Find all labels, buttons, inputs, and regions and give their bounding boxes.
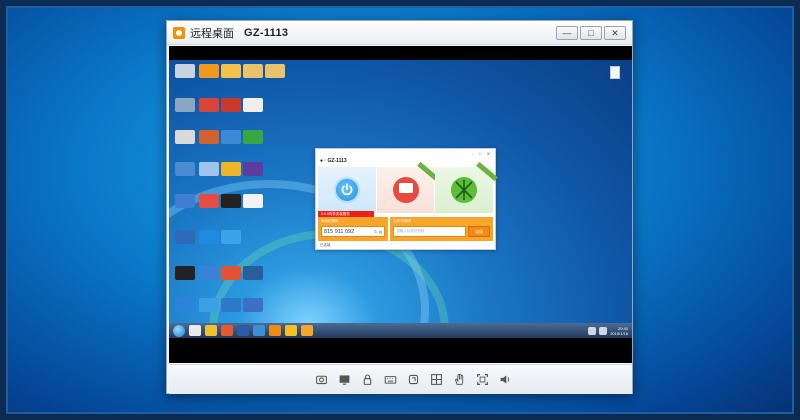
restore-icon[interactable]: □ (580, 25, 602, 40)
app-logo-icon (173, 26, 185, 39)
screenshot-icon[interactable] (315, 373, 329, 387)
desktop-app-icon[interactable] (199, 298, 219, 312)
desktop-app-icon[interactable] (199, 230, 219, 244)
connect-button[interactable]: 连接 (468, 226, 490, 237)
ctrl-alt-del-icon[interactable] (407, 373, 421, 387)
desktop-app-icon[interactable] (199, 162, 219, 176)
fullscreen-icon[interactable] (476, 373, 490, 387)
taskbar-app-icon[interactable] (269, 325, 281, 336)
local-code-box: 本机识别码 815 911 092 ↻ ▤ (318, 217, 389, 241)
desktop-app-icon[interactable] (199, 64, 219, 78)
desktop-app-icon[interactable] (175, 130, 195, 144)
taskbar-app-icon[interactable] (253, 325, 265, 336)
taskbar-app-icon[interactable] (189, 325, 201, 336)
desktop-app-icon[interactable] (243, 162, 263, 176)
hand-icon[interactable] (453, 373, 467, 387)
remote-desktop-window: 远程桌面 GZ-1113 — □ ✕ – □ ✕ ● · GZ-1113 5.0… (166, 20, 633, 394)
recycle-bin-icon[interactable] (175, 64, 195, 78)
sound-icon[interactable] (499, 373, 513, 387)
device-name: GZ-1113 (244, 26, 289, 39)
keyboard-icon[interactable] (384, 373, 398, 387)
remote-desktop-panel[interactable] (376, 161, 440, 213)
desktop-app-icon[interactable] (175, 230, 195, 244)
taskbar-app-icon[interactable] (221, 325, 233, 336)
client-panels (318, 161, 498, 213)
window-titlebar[interactable]: 远程桌面 GZ-1113 — □ ✕ (167, 21, 632, 45)
qq-icon[interactable] (221, 194, 241, 208)
desktop-app-icon[interactable] (221, 130, 241, 144)
taskbar-app-icon[interactable] (301, 325, 313, 336)
desktop-app-icon[interactable] (243, 298, 263, 312)
taskbar-app-icon[interactable] (237, 325, 249, 336)
desktop-app-icon[interactable] (221, 266, 241, 280)
local-code-label: 本机识别码 (321, 219, 339, 223)
folder-icon[interactable] (265, 64, 285, 78)
desktop-monitor-icon[interactable] (392, 177, 419, 203)
lock-icon[interactable] (361, 373, 375, 387)
window-title: 远程桌面 (190, 27, 234, 40)
tray-icon[interactable] (599, 326, 608, 335)
remote-observe-panel[interactable] (435, 161, 498, 213)
client-window-controls[interactable]: – □ ✕ (472, 151, 492, 156)
client-bottom-row: 本机识别码 815 911 092 ↻ ▤ 伙伴识别码 请输入伙伴识别码 连接 (318, 217, 493, 241)
network-icon[interactable] (451, 177, 478, 203)
connect-row: 请输入伙伴识别码 连接 (393, 226, 490, 237)
local-code-field[interactable]: 815 911 092 ↻ ▤ (321, 226, 386, 237)
desktop-app-icon[interactable] (243, 130, 263, 144)
desktop-app-icon[interactable] (199, 98, 219, 112)
close-icon[interactable]: ✕ (604, 25, 626, 40)
desktop-app-icon[interactable] (199, 266, 219, 280)
window-controls: — □ ✕ (556, 25, 626, 40)
desktop-app-icon[interactable] (221, 162, 241, 176)
desktop-app-icon[interactable] (175, 162, 195, 176)
desktop-app-icon[interactable] (243, 266, 263, 280)
client-titlebar[interactable]: – □ ✕ (316, 149, 495, 157)
taskbar-clock[interactable]: 20:40 2015/1/16 (610, 326, 628, 336)
desktop-file-icon[interactable] (243, 194, 263, 208)
desktop-app-icon[interactable] (221, 64, 241, 78)
power-icon[interactable] (333, 177, 360, 203)
remote-toolbar (169, 364, 632, 394)
client-device-line: ● · GZ-1113 (320, 158, 347, 164)
reader-app-icon[interactable] (175, 266, 195, 280)
windows-taskbar: 20:40 2015/1/16 (169, 323, 632, 338)
computer-icon[interactable] (175, 98, 195, 112)
client-status-bar: 已连接 (320, 243, 331, 247)
remote-control-panel[interactable] (318, 167, 376, 213)
folder-icon[interactable] (243, 64, 263, 78)
desktop-app-icon[interactable] (199, 130, 219, 144)
remote-control-client: – □ ✕ ● · GZ-1113 5.0.0向导安装服务 本机识别码 815 … (315, 148, 498, 250)
desktop-app-icon[interactable] (221, 298, 241, 312)
refresh-icon[interactable]: ↻ ▤ (374, 229, 382, 234)
display-icon[interactable] (338, 373, 352, 387)
pdf-file-icon[interactable] (243, 98, 263, 112)
desktop-app-icon[interactable] (221, 98, 241, 112)
system-tray: 20:40 2015/1/16 (588, 326, 632, 336)
start-button[interactable] (173, 324, 185, 337)
grid-icon[interactable] (430, 373, 444, 387)
taskbar-app-icon[interactable] (285, 325, 297, 336)
local-code-value: 815 911 092 (324, 228, 355, 235)
desktop-app-icon[interactable] (221, 230, 241, 244)
connect-box: 伙伴识别码 请输入伙伴识别码 连接 (390, 217, 493, 241)
desktop-app-icon[interactable] (175, 194, 195, 208)
minimize-icon[interactable]: — (556, 25, 578, 40)
remote-desktop[interactable]: – □ ✕ ● · GZ-1113 5.0.0向导安装服务 本机识别码 815 … (169, 60, 632, 338)
clock-date: 2015/1/16 (610, 330, 628, 336)
desktop-app-icon[interactable] (175, 298, 195, 312)
partner-code-label: 伙伴识别码 (393, 219, 411, 223)
remote-screen[interactable]: – □ ✕ ● · GZ-1113 5.0.0向导安装服务 本机识别码 815 … (169, 46, 632, 363)
desktop-app-icon[interactable] (199, 194, 219, 208)
desktop-file-icon[interactable] (610, 66, 620, 79)
taskbar-app-icon[interactable] (205, 325, 217, 336)
partner-code-input[interactable]: 请输入伙伴识别码 (393, 226, 466, 237)
tray-icon[interactable] (588, 326, 597, 335)
